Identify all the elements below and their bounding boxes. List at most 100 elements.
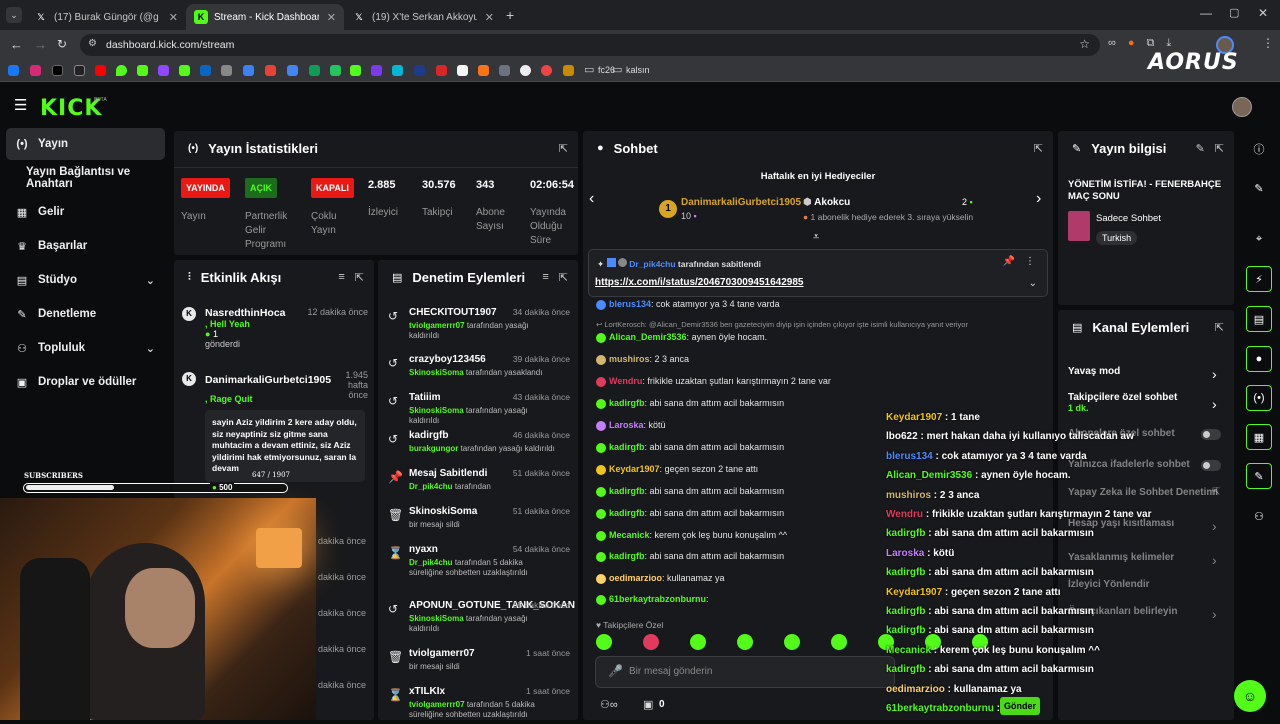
collapse-icon[interactable]: ⩡ bbox=[813, 231, 819, 244]
bookmark-folder-kalsin[interactable]: kalsın bbox=[626, 65, 650, 75]
emote-icon[interactable] bbox=[784, 634, 800, 650]
filter-icon[interactable]: ≡ bbox=[542, 271, 548, 284]
users-icon[interactable]: ⚇∞ bbox=[600, 698, 618, 711]
bookmark-kick2-icon[interactable] bbox=[179, 65, 190, 76]
bookmark-twitch-icon[interactable] bbox=[158, 65, 169, 76]
tab-kick-dashboard[interactable]: K Stream - Kick Dashboard ✕ bbox=[186, 4, 344, 30]
gifter-name[interactable]: DanimarkaliGurbetci1905 bbox=[681, 197, 801, 208]
bookmark-arrow-icon[interactable] bbox=[414, 65, 425, 76]
channel-action-item[interactable]: Yasaklanmış kelimeler bbox=[1068, 552, 1224, 563]
edit-icon[interactable]: ✎ bbox=[1246, 175, 1272, 201]
bookmark-docs-icon[interactable] bbox=[287, 65, 298, 76]
chat-username[interactable]: kadirgfb bbox=[609, 486, 645, 496]
bookmark-circle-icon[interactable] bbox=[520, 65, 531, 76]
document-icon[interactable]: ▤ bbox=[1246, 306, 1272, 332]
nav-stream-key[interactable]: Yayın Bağlantısı ve Anahtarı bbox=[6, 162, 165, 194]
chat-username[interactable]: kadirgfb bbox=[609, 442, 645, 452]
gift-icon[interactable]: ▣ bbox=[643, 698, 653, 711]
bookmark-green-icon[interactable] bbox=[330, 65, 341, 76]
focus-icon[interactable]: ⌖ bbox=[1246, 226, 1272, 252]
channel-action-item[interactable]: Yavaş mod bbox=[1068, 366, 1224, 377]
mod-actor[interactable]: Dr_pik4chu bbox=[409, 558, 453, 567]
bookmark-grid-icon[interactable] bbox=[563, 65, 574, 76]
info-icon[interactable]: ⓘ bbox=[1246, 136, 1272, 162]
bookmark-purple-icon[interactable] bbox=[371, 65, 382, 76]
bookmark-tool-icon[interactable] bbox=[499, 65, 510, 76]
filter-icon[interactable]: ≡ bbox=[338, 271, 344, 284]
activity-user[interactable]: DanimarkaliGurbetci1905 bbox=[205, 374, 331, 386]
next-arrow-icon[interactable]: › bbox=[1036, 190, 1041, 208]
bookmark-v-icon[interactable] bbox=[436, 65, 447, 76]
bookmark-facebook-icon[interactable] bbox=[8, 65, 19, 76]
forward-icon[interactable]: → bbox=[34, 37, 47, 52]
tab-burak[interactable]: 𝕏 (17) Burak Güngör (@gungorbu ✕ bbox=[26, 4, 186, 30]
bookmark-sheets-icon[interactable] bbox=[309, 65, 320, 76]
mic-icon[interactable]: 🎤 bbox=[608, 664, 623, 678]
mod-actor[interactable]: tviolgamerrr07 bbox=[409, 321, 465, 330]
chat-username[interactable]: oedimarzioo bbox=[609, 573, 662, 583]
chat-username[interactable]: Alican_Demir3536 bbox=[609, 332, 687, 342]
toggle-switch[interactable] bbox=[1201, 460, 1221, 471]
language-tag[interactable]: Turkish bbox=[1096, 231, 1138, 245]
chevron-down-icon[interactable]: ⌄ bbox=[1029, 278, 1037, 289]
activity-user[interactable]: NasredthinHoca bbox=[205, 307, 286, 319]
popout-icon[interactable]: ⇱ bbox=[559, 142, 568, 155]
pin-icon[interactable]: 📌 bbox=[1003, 256, 1015, 267]
support-chat-button[interactable]: ☺ bbox=[1234, 680, 1266, 712]
chat-username[interactable]: 61berkaytrabzonburnu bbox=[609, 594, 706, 604]
mod-actor[interactable]: burakgungor bbox=[409, 444, 458, 453]
gifter2-name[interactable]: ⬢ Akokcu bbox=[803, 197, 850, 208]
tab-serkan[interactable]: 𝕏 (19) X'te Serkan Akkoyun: "Fen ✕ bbox=[344, 4, 502, 30]
popout-icon[interactable]: ⇱ bbox=[1215, 321, 1224, 334]
prev-arrow-icon[interactable]: ‹ bbox=[589, 190, 594, 208]
popout-icon[interactable]: ⇱ bbox=[1215, 142, 1224, 155]
extension-glasses-icon[interactable]: ∞ bbox=[1108, 37, 1116, 50]
mod-action-target[interactable]: xTILKIx bbox=[409, 686, 445, 697]
extensions-puzzle-icon[interactable]: ⧉ bbox=[1147, 37, 1155, 50]
more-options-icon[interactable]: ⋮ bbox=[1025, 256, 1035, 267]
chat-icon[interactable]: ● bbox=[1246, 346, 1272, 372]
bookmark-white-icon[interactable] bbox=[457, 65, 468, 76]
emote-icon[interactable] bbox=[737, 634, 753, 650]
chat-username[interactable]: Mecanick bbox=[609, 530, 650, 540]
send-button[interactable]: Gönder bbox=[1000, 697, 1040, 715]
mod-actor[interactable]: tviolgamerrr07 bbox=[409, 700, 465, 709]
broadcast-icon[interactable]: (•) bbox=[1246, 385, 1272, 411]
pinned-link[interactable]: https://x.com/i/status/20467030094516429… bbox=[595, 277, 803, 288]
emote-icon[interactable] bbox=[643, 634, 659, 650]
bookmark-kick-icon[interactable] bbox=[137, 65, 148, 76]
bookmark-drop-icon[interactable] bbox=[116, 65, 127, 76]
mod-action-target[interactable]: kadirgfb bbox=[409, 430, 448, 441]
pinned-by-user[interactable]: Dr_pik4chu bbox=[629, 259, 675, 269]
emote-icon[interactable] bbox=[596, 634, 612, 650]
channel-action-item[interactable]: Takipçilere özel sohbet 1 dk. bbox=[1068, 392, 1224, 413]
mod-action-target[interactable]: CHECKITOUT1907 bbox=[409, 307, 497, 318]
maximize-icon[interactable]: ▢ bbox=[1229, 6, 1239, 19]
toggle-switch[interactable] bbox=[1201, 429, 1221, 440]
chat-username[interactable]: mushiros bbox=[609, 354, 650, 364]
extension-orange-icon[interactable]: ● bbox=[1128, 37, 1135, 50]
download-icon[interactable]: ⤓ bbox=[1166, 37, 1171, 50]
nav-gelir[interactable]: ▦ Gelir bbox=[6, 196, 165, 228]
channel-action-item[interactable]: İzleyici Yönlendir bbox=[1068, 579, 1224, 590]
mod-action-target[interactable]: tviolgamerr07 bbox=[409, 648, 475, 659]
mod-actor[interactable]: SkinoskiSoma bbox=[409, 614, 464, 623]
mod-action-target[interactable]: Tatiiim bbox=[409, 392, 440, 403]
bookmark-youtube-icon[interactable] bbox=[95, 65, 106, 76]
mod-actor[interactable]: SkinoskiSoma bbox=[409, 406, 464, 415]
edit-icon[interactable]: ✎ bbox=[1196, 142, 1205, 155]
emote-icon[interactable] bbox=[831, 634, 847, 650]
chat-input[interactable]: 🎤 Bir mesaj gönderin bbox=[595, 656, 895, 688]
mod-action-target[interactable]: Mesaj Sabitlendi bbox=[409, 468, 487, 479]
close-window-icon[interactable]: ✕ bbox=[1258, 6, 1268, 20]
bookmark-star-icon[interactable]: ☆ bbox=[1079, 37, 1090, 51]
popout-icon[interactable]: ⇱ bbox=[355, 271, 364, 284]
nav-denetleme[interactable]: ✎ Denetleme bbox=[6, 298, 165, 330]
menu-kebab-icon[interactable]: ⋮ bbox=[1262, 36, 1274, 50]
address-bar[interactable]: ⚙ dashboard.kick.com/stream ☆ bbox=[80, 34, 1100, 56]
mod-action-target[interactable]: nyaxn bbox=[409, 544, 438, 555]
bookmark-p-icon[interactable] bbox=[541, 65, 552, 76]
popout-icon[interactable]: ⇱ bbox=[1034, 142, 1043, 155]
close-tab-icon[interactable]: ✕ bbox=[485, 11, 494, 24]
new-tab-button[interactable]: + bbox=[506, 7, 514, 23]
